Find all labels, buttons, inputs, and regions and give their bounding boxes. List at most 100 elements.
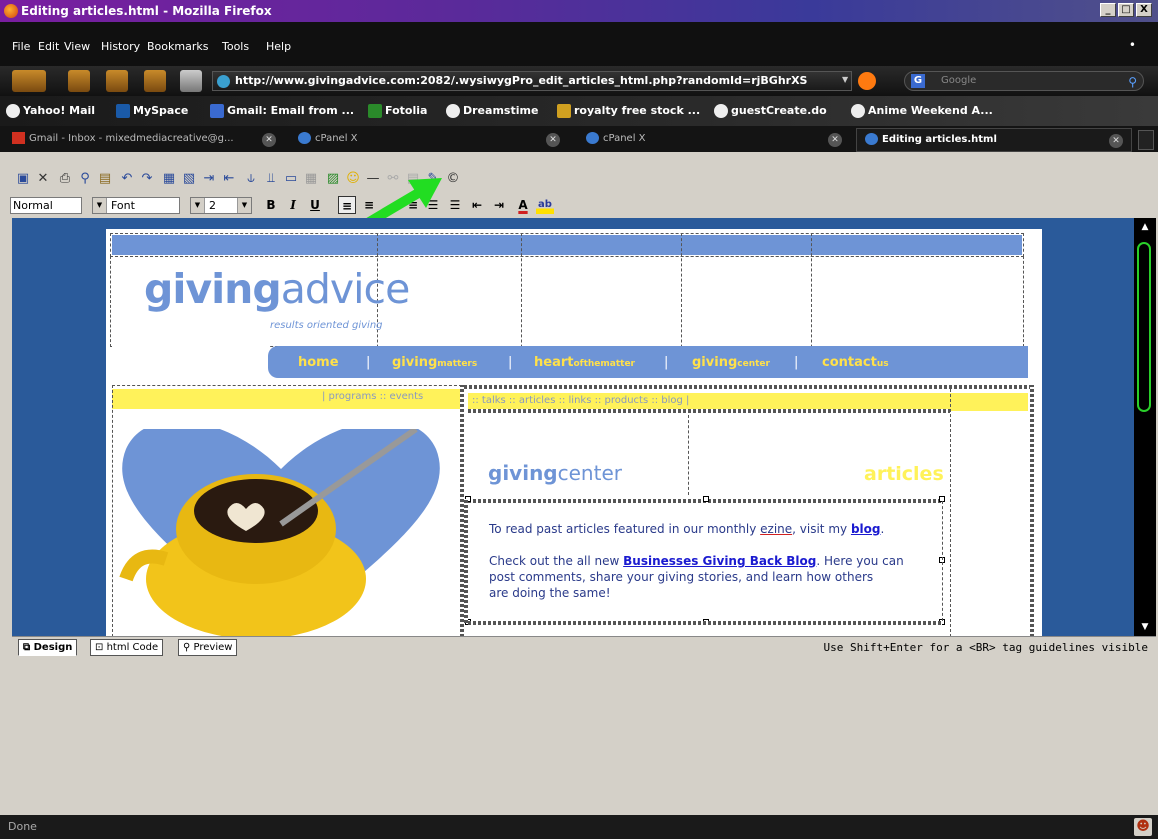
google-icon <box>210 104 224 118</box>
right-sublinks[interactable]: :: talks :: articles :: links :: product… <box>472 395 689 406</box>
nav-contact-us[interactable]: contactus <box>822 355 889 370</box>
bookmark-royalty-free[interactable]: royalty free stock ... <box>557 104 700 118</box>
font-select[interactable]: ▼ Font <box>92 197 180 214</box>
paste-icon[interactable]: ▤ <box>96 170 114 188</box>
indent-icon[interactable]: ⇥ <box>490 196 508 214</box>
back-icon[interactable] <box>12 70 46 92</box>
bookmark-guestcreate[interactable]: guestCreate.do <box>714 104 827 118</box>
size-dropdown-icon[interactable]: ▼ <box>191 198 205 213</box>
font-dropdown-icon[interactable]: ▼ <box>93 198 107 213</box>
tab-preview[interactable]: ⚲ Preview <box>178 639 238 656</box>
maximize-button[interactable]: □ <box>1118 3 1134 17</box>
bookmark-anime-weekend[interactable]: Anime Weekend A... <box>851 104 993 118</box>
cpanel-icon <box>865 133 878 145</box>
align-left-icon[interactable]: ≡ <box>338 196 356 214</box>
tab-close-icon[interactable]: ✕ <box>262 133 276 147</box>
cancel-icon[interactable]: ✕ <box>34 170 52 188</box>
page-preview[interactable]: givingadvice results oriented giving hom… <box>106 229 1042 636</box>
print-icon[interactable]: ⎙ <box>56 170 74 188</box>
undo-icon[interactable]: ↶ <box>118 170 136 188</box>
resize-handle[interactable] <box>703 496 709 502</box>
find-icon[interactable]: ⚲ <box>76 170 94 188</box>
site-nav: home | givingmatters | heartofthematter … <box>268 346 1028 378</box>
size-dropdown-icon-right[interactable]: ▼ <box>237 198 251 213</box>
tab-close-icon[interactable]: ✕ <box>828 133 842 147</box>
cell-properties-icon[interactable]: ▭ <box>282 170 300 188</box>
insert-column-icon[interactable]: ⇤ <box>220 170 238 188</box>
search-icon[interactable]: ⚲ <box>1128 73 1137 91</box>
table-properties-icon[interactable]: ▧ <box>180 170 198 188</box>
nav-giving-matters[interactable]: givingmatters <box>392 355 477 370</box>
redo-icon[interactable]: ↷ <box>138 170 156 188</box>
tab-list-icon[interactable] <box>1138 130 1154 150</box>
table-icon[interactable]: ▦ <box>160 170 178 188</box>
title-bar: Editing articles.html - Mozilla Firefox … <box>0 0 1158 22</box>
url-dropdown-icon[interactable]: ▼ <box>842 75 848 84</box>
bookmark-gmail[interactable]: Gmail: Email from ... <box>210 104 354 118</box>
cpanel-icon <box>586 132 599 144</box>
editor-scrollbar[interactable]: ▲ ▼ <box>1134 218 1156 636</box>
tab-gmail[interactable]: Gmail - Inbox - mixedmediacreative@g... … <box>4 128 284 152</box>
nav-giving-center[interactable]: givingcenter <box>692 355 770 370</box>
search-box[interactable]: G Google ⚲ <box>904 71 1144 91</box>
highlight-color-icon[interactable]: ab <box>536 196 554 214</box>
nav-heart-of-the-matter[interactable]: heartofthematter <box>534 355 635 370</box>
insert-image-icon[interactable]: ▨ <box>324 170 342 188</box>
bookmark-icon <box>446 104 460 118</box>
gmail-icon <box>12 132 25 144</box>
merge-cell-icon[interactable]: ⫫ <box>262 170 280 188</box>
articles-heading: articles <box>864 463 944 485</box>
home-icon[interactable] <box>144 70 166 92</box>
insert-row-icon[interactable]: ⇥ <box>200 170 218 188</box>
tab-editing-articles[interactable]: Editing articles.html ✕ <box>856 128 1132 152</box>
tab-design[interactable]: ⧉ Design <box>18 639 78 656</box>
address-bar[interactable]: http://www.givingadvice.com:2082/.wysiwy… <box>212 71 852 91</box>
forward-icon[interactable] <box>68 70 90 92</box>
google-icon[interactable]: G <box>911 74 925 88</box>
underline-icon[interactable]: U <box>306 196 324 214</box>
tab-close-icon[interactable]: ✕ <box>546 133 560 147</box>
blog-link[interactable]: blog <box>851 522 881 536</box>
italic-icon[interactable]: I <box>284 196 302 214</box>
scrollbar-thumb[interactable] <box>1137 242 1151 412</box>
font-size-select[interactable]: ▼ 2 ▼ <box>190 197 252 214</box>
menu-edit[interactable]: Edit <box>38 40 59 53</box>
delete-table-icon[interactable]: ▦ <box>302 170 320 188</box>
bookmark-myspace[interactable]: MySpace <box>116 104 188 118</box>
monkey-icon[interactable]: ☻ <box>1134 818 1152 836</box>
reload-icon[interactable] <box>106 70 128 92</box>
menu-history[interactable]: History <box>101 40 140 53</box>
firefox-window: Editing articles.html - Mozilla Firefox … <box>0 0 1158 839</box>
bookmark-fotolia[interactable]: Fotolia <box>368 104 427 118</box>
menu-tools[interactable]: Tools <box>222 40 249 53</box>
minimize-button[interactable]: _ <box>1100 3 1116 17</box>
nav-home[interactable]: home <box>298 355 339 370</box>
paragraph-style-select[interactable]: Normal <box>10 197 82 214</box>
bookmark-yahoo-mail[interactable]: Yahoo! Mail <box>6 104 95 118</box>
menu-view[interactable]: View <box>64 40 90 53</box>
cpanel-icon <box>298 132 311 144</box>
section-title: givingcenter <box>488 461 622 485</box>
editor-canvas[interactable]: givingadvice results oriented giving hom… <box>12 218 1134 636</box>
window-title: Editing articles.html - Mozilla Firefox <box>21 4 272 18</box>
stop-icon[interactable] <box>180 70 202 92</box>
close-button[interactable]: X <box>1136 3 1152 17</box>
scroll-down-icon[interactable]: ▼ <box>1134 622 1156 632</box>
businesses-giving-back-link[interactable]: Businesses Giving Back Blog <box>623 554 816 568</box>
tab-close-icon[interactable]: ✕ <box>1109 134 1123 148</box>
split-cell-icon[interactable]: ⫝ <box>242 170 260 188</box>
scroll-up-icon[interactable]: ▲ <box>1134 222 1156 232</box>
tab-cpanel-1[interactable]: cPanel X ✕ <box>290 128 572 152</box>
save-icon[interactable]: ▣ <box>14 170 32 188</box>
status-text: Done <box>8 820 37 833</box>
menu-file[interactable]: File <box>12 40 30 53</box>
outdent-icon[interactable]: ⇤ <box>468 196 486 214</box>
text-color-icon[interactable]: A <box>514 196 532 214</box>
tab-cpanel-2[interactable]: cPanel X ✕ <box>578 128 850 152</box>
bold-icon[interactable]: B <box>262 196 280 214</box>
menu-help[interactable]: Help <box>266 40 291 53</box>
bookmark-dreamstime[interactable]: Dreamstime <box>446 104 538 118</box>
tab-html-code[interactable]: ⊡ html Code <box>90 639 164 656</box>
menu-bookmarks[interactable]: Bookmarks <box>147 40 208 53</box>
go-icon[interactable] <box>858 72 876 90</box>
